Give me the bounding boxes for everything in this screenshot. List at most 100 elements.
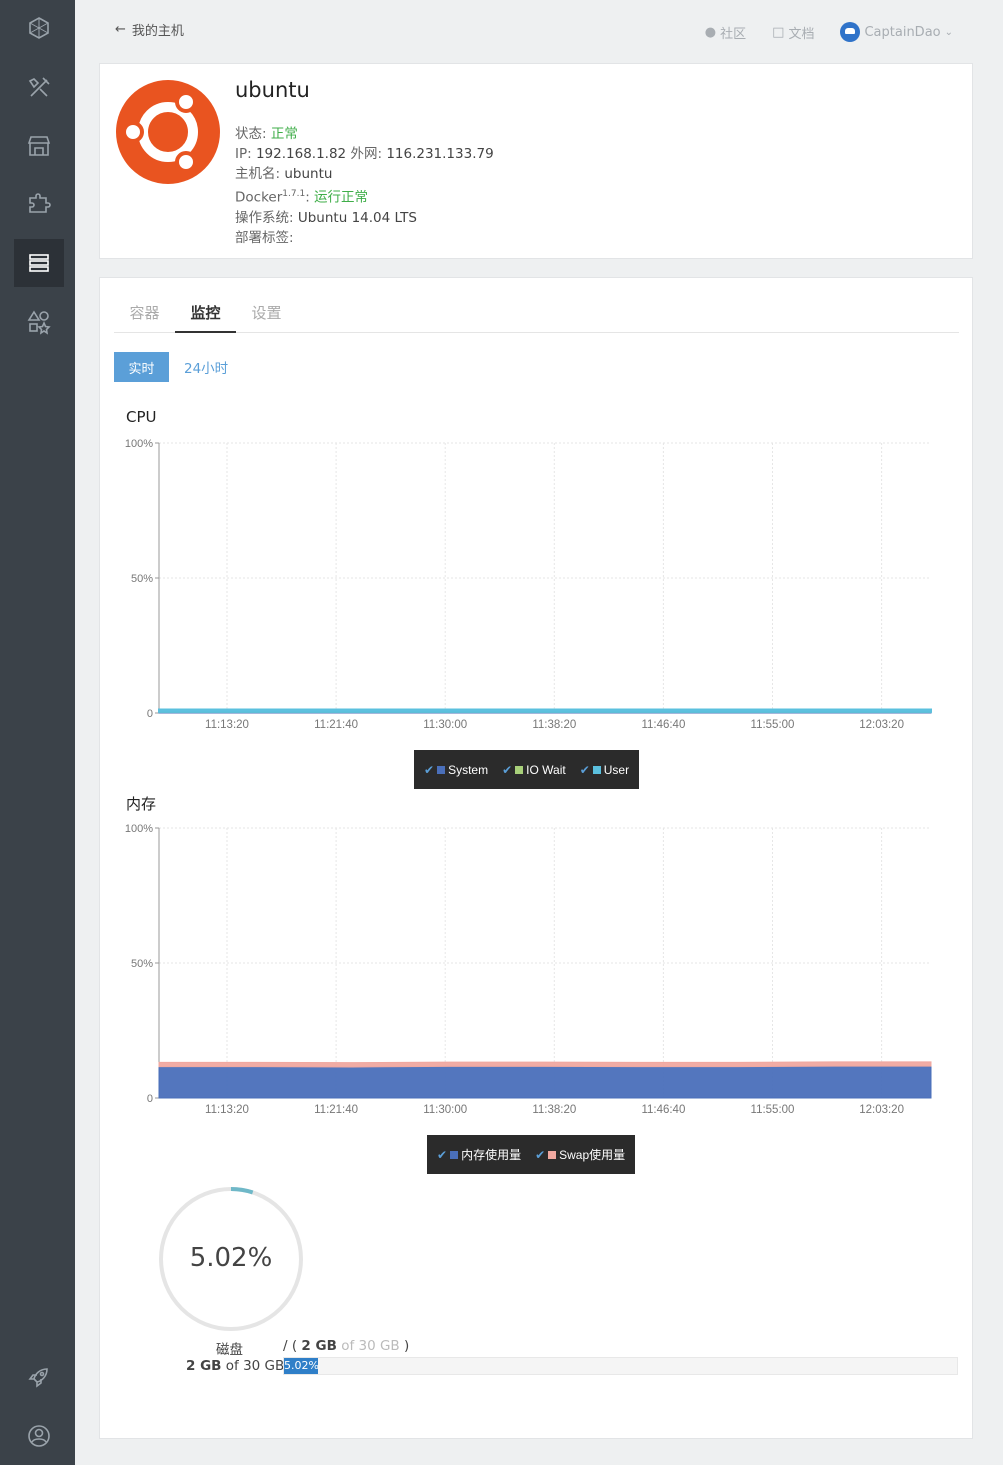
cpu-legend-item[interactable]: ✔ System [424,763,488,777]
wan-label: 外网: [350,146,383,162]
mem-ytick-label: 0 [147,1093,153,1105]
disk-mount: / [283,1338,288,1354]
docker-label: Docker [235,189,283,206]
ip-value: 192.168.1.82 [255,146,347,162]
gauge-arc [230,1187,254,1195]
cpu-legend-swatch [515,765,524,774]
disk-summary-of: of [225,1358,239,1374]
community-label: 社区 [720,26,747,42]
os-value: Ubuntu 14.04 LTS [297,209,417,226]
disk-progress: 5.02% [283,1357,958,1375]
back-link[interactable]: ← 我的主机 [115,20,184,39]
community-link[interactable]: ● 社区 [705,23,746,42]
cpu-legend-label: User [603,762,630,777]
host-name: ubuntu [235,78,310,102]
wan-value: 116.231.133.79 [386,146,494,162]
cpu-legend-item[interactable]: ✔ User [580,763,629,777]
check-icon: ✔ [424,762,435,777]
docs-label: 文档 [788,26,815,42]
avatar [840,22,861,42]
tab-settings[interactable]: 设置 [236,298,297,332]
status-label: 状态: [235,126,267,142]
cpu-series-2 [158,708,932,713]
user-menu[interactable]: CaptainDao ⌄ [840,22,953,42]
tags-row: 部署标签: [235,228,494,248]
cpu-xtick-label: 12:03:20 [859,719,904,731]
cpu-legend-item[interactable]: ✔ IO Wait [502,763,566,777]
disk-of: of [341,1338,355,1354]
cpu-xtick-label: 11:21:40 [314,719,358,731]
disk-progress-fill: 5.02% [284,1358,318,1374]
disk-used: 2 GB [301,1338,337,1354]
chevron-down-icon: ⌄ [944,26,953,38]
cpu-xtick-label: 11:13:20 [205,719,249,731]
realtime-button[interactable]: 实时 [114,352,169,382]
topbar: ← 我的主机 ● 社区 □ 文档 CaptainDao ⌄ [75,0,1003,62]
user-name: CaptainDao [864,24,941,40]
hostname-row: 主机名: ubuntu [235,164,494,184]
ip-label: IP: [235,146,252,162]
day-range-link[interactable]: 24小时 [184,357,228,377]
cpu-ytick-label: 100% [125,438,153,450]
cpu-legend-label: System [448,762,489,777]
check-icon: ✔ [535,1147,546,1162]
disk-path-line: / ( 2 GB of 30 GB ) [283,1338,410,1354]
mem-legend-item[interactable]: ✔ 内存使用量 [437,1146,521,1163]
rocket-icon[interactable] [14,1353,64,1401]
cpu-chart: 100% 50% 0 11:13:20 11:21:40 11:30:00 11:38:20… [125,438,932,731]
disk-summary-total: 30 GB [243,1358,285,1374]
disk-summary: 2 GB of 30 GB [186,1358,284,1374]
hostname-value: ubuntu [284,166,333,182]
mem-ytick-label: 50% [131,958,153,970]
disk-label: 磁盘 [216,1342,243,1358]
os-row: 操作系统: Ubuntu 14.04 LTS [235,208,494,228]
docker-status: 运行正常 [314,189,369,206]
arrow-left-icon: ← [115,22,126,37]
cpu-ytick-label: 0 [147,708,153,720]
cpu-xtick-label: 11:30:00 [423,719,467,731]
mem-xtick-label: 12:03:20 [859,1104,904,1116]
mem-series-1 [158,1061,932,1068]
tab-monitor[interactable]: 监控 [175,298,236,333]
store-icon[interactable] [14,122,64,170]
ubuntu-logo-icon [116,80,220,184]
mem-ytick-label: 100% [125,823,153,835]
hostname-label: 主机名: [235,166,281,182]
mem-legend-label: Swap使用量 [559,1148,626,1162]
mem-xtick-label: 11:30:00 [423,1104,467,1116]
check-icon: ✔ [502,762,513,777]
brand-logo-icon[interactable] [14,4,64,52]
status-value: 正常 [270,126,298,142]
mem-xtick-label: 11:13:20 [205,1104,249,1116]
hosts-icon[interactable] [14,239,64,287]
cpu-xtick-label: 11:46:40 [641,719,685,731]
host-info: 状态: 正常 IP: 192.168.1.82 外网: 116.231.133.… [235,124,494,248]
memory-chart-title: 内存 [126,795,157,813]
mem-legend-item[interactable]: ✔ Swap使用量 [535,1146,625,1163]
docs-link[interactable]: □ 文档 [772,23,814,42]
disk-percent: 5.02% [189,1243,273,1273]
status-row: 状态: 正常 [235,124,494,144]
tools-icon[interactable] [14,64,64,112]
mem-legend-swatch [450,1150,459,1159]
tab-containers[interactable]: 容器 [114,298,175,332]
tags-label: 部署标签: [235,229,294,246]
cpu-legend-swatch [437,765,446,774]
mem-xtick-label: 11:46:40 [641,1104,685,1116]
cpu-legend: ✔ System ✔ IO Wait ✔ User [414,750,640,789]
disk-total: 30 GB [358,1338,400,1354]
shapes-icon[interactable] [14,298,64,346]
account-icon[interactable] [14,1412,64,1460]
memory-chart: 100% 50% 0 11:13:20 11:21:40 11:30:00 11:38:20… [125,823,932,1116]
cpu-legend-label: IO Wait [526,762,566,777]
puzzle-icon[interactable] [14,180,64,228]
memory-legend: ✔ 内存使用量 ✔ Swap使用量 [427,1135,636,1174]
check-icon: ✔ [579,762,590,777]
mem-xtick-label: 11:21:40 [314,1104,358,1116]
cpu-xtick-label: 11:55:00 [751,719,795,731]
top-links: ● 社区 □ 文档 CaptainDao ⌄ [705,22,953,42]
mem-xtick-label: 11:55:00 [751,1104,795,1116]
host-card: ubuntu 状态: 正常 IP: 192.168.1.82 外网: 116.2… [99,63,973,259]
disk-summary-used: 2 GB [186,1358,222,1374]
chat-bubble-icon: ● [704,24,717,40]
